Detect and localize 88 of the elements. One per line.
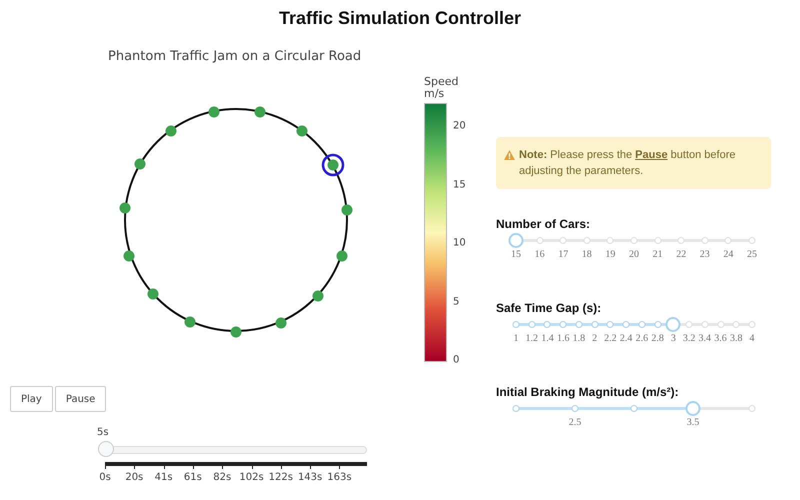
step-label: 25 [747, 249, 757, 260]
step-dot [583, 237, 590, 244]
step-dot [748, 237, 756, 244]
step-label: 23 [700, 249, 710, 260]
axis-label: 61s [184, 472, 202, 483]
step-dot [572, 405, 578, 412]
step-dot [654, 321, 662, 328]
step-label: 1 [514, 333, 518, 344]
step-label: 3 [670, 333, 676, 344]
step-label: 1.4 [541, 333, 554, 344]
slider-thumb[interactable] [686, 401, 700, 416]
slider-label: Initial Braking Magnitude (m/s²): [496, 385, 680, 399]
step-dot [528, 321, 536, 328]
step-label: 2.8 [651, 333, 664, 344]
step-dot [701, 321, 708, 328]
axis-label: 163s [327, 472, 352, 483]
step-dot [606, 321, 614, 328]
step-label: 2.6 [636, 333, 648, 344]
colorbar-tick: 5 [453, 296, 460, 308]
step-label: 3.4 [698, 333, 712, 344]
plot-title: Phantom Traffic Jam on a Circular Road [108, 49, 362, 64]
slider-thumb[interactable] [508, 233, 524, 248]
colorbar-tick: 15 [453, 179, 466, 190]
step-label: 1.2 [525, 333, 538, 344]
step-dot [591, 321, 598, 328]
step-dot [748, 405, 756, 412]
warning-icon [504, 150, 515, 160]
note-text: Note: Please press the Pause button before adjusting the parameters. [519, 148, 736, 179]
colorbar-tick: 20 [453, 120, 466, 132]
colorbar-unit: m/s [424, 88, 444, 100]
step-label: 3.8 [730, 333, 743, 344]
axis-label: 0s [99, 472, 111, 483]
step-label: 1.6 [556, 333, 570, 344]
step-dot [678, 237, 685, 244]
step-dot [560, 237, 567, 244]
time-value: 5s [97, 427, 109, 438]
slider-label: Safe Time Gap (s): [496, 301, 602, 315]
step-label: 17 [558, 249, 568, 260]
axis-label: 20s [125, 472, 144, 483]
axis-label: 102s [239, 472, 264, 483]
step-label: 1.8 [572, 333, 586, 344]
step-dot [724, 237, 732, 244]
axis-label: 41s [154, 472, 173, 483]
step-label: 22 [676, 249, 686, 260]
step-dot [560, 321, 567, 328]
step-dot [606, 237, 614, 244]
step-dot [717, 321, 724, 328]
step-dot [512, 321, 520, 328]
step-label: 24 [723, 249, 734, 260]
control-button[interactable]: Pause [54, 386, 106, 412]
step-label: 2.5 [568, 417, 582, 428]
control-button[interactable]: Play [10, 386, 53, 412]
step-label: 3.2 [682, 333, 696, 344]
step-label: 2.2 [604, 333, 617, 344]
step-dot [536, 237, 544, 244]
step-dot [630, 405, 638, 412]
step-dot [701, 237, 708, 244]
step-dot [512, 405, 520, 412]
colorbar-title: Speed [424, 76, 460, 88]
step-dot [622, 321, 630, 328]
step-label: 4 [750, 333, 754, 344]
step-label: 2 [592, 333, 598, 344]
step-label: 2.4 [620, 333, 632, 344]
step-label: 20 [629, 249, 639, 260]
step-label: 3.6 [714, 333, 727, 344]
step-label: 18 [582, 249, 592, 260]
step-label: 19 [605, 249, 616, 260]
slider-thumb[interactable] [98, 441, 114, 457]
step-dot [654, 237, 662, 244]
colorbar-tick: 0 [453, 354, 460, 366]
step-label: 16 [534, 249, 545, 260]
slider-thumb[interactable] [666, 317, 681, 332]
step-label: 3.5 [686, 417, 700, 428]
page-title: Traffic Simulation Controller [278, 8, 522, 29]
axis-label: 143s [298, 472, 322, 483]
step-dot [686, 321, 693, 328]
axis-label: 122s [268, 472, 293, 483]
slider-label: Number of Cars: [496, 217, 592, 231]
axis-label: 82s [213, 472, 232, 483]
step-dot [630, 237, 638, 244]
step-dot [732, 321, 740, 328]
step-label: 21 [652, 249, 663, 260]
step-label: 15 [511, 249, 521, 260]
step-dot [544, 321, 551, 328]
colorbar-tick: 10 [453, 238, 466, 249]
step-dot [748, 321, 756, 328]
step-dot [638, 321, 646, 328]
step-dot [575, 321, 582, 328]
